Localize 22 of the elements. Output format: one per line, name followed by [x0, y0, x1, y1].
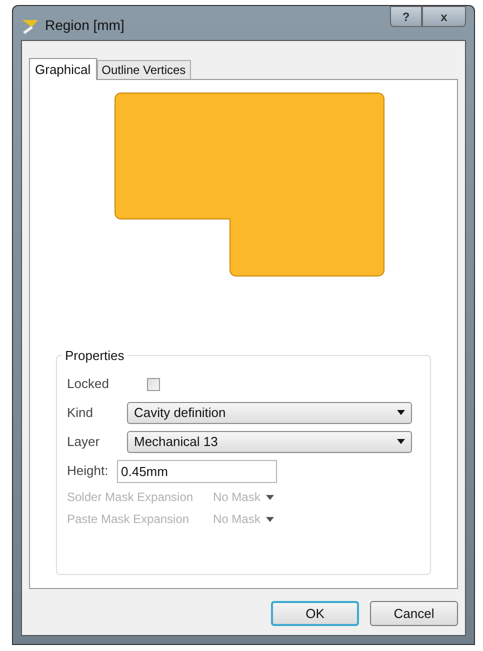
dropdown[interactable]: Cavity definition — [127, 402, 412, 424]
field-label: Height: — [66, 462, 110, 480]
field-label: Kind — [66, 404, 94, 422]
caret-icon — [266, 494, 274, 500]
help-button[interactable]: ? — [390, 6, 422, 27]
field-label: Locked — [66, 375, 110, 394]
tab[interactable]: Graphical — [29, 58, 97, 80]
ok-button[interactable]: OK — [271, 601, 359, 626]
close-button[interactable]: x — [422, 6, 466, 27]
field-label: Paste Mask Expansion — [66, 511, 190, 528]
checkbox[interactable] — [147, 378, 160, 390]
field-label: Solder Mask Expansion — [66, 489, 194, 506]
cancel-button[interactable]: Cancel — [370, 601, 458, 626]
caret-icon — [397, 439, 405, 444]
field-label: Layer — [66, 432, 101, 451]
app-icon — [21, 18, 39, 34]
window-title: Region [mm] — [45, 16, 124, 35]
caret-icon — [397, 410, 405, 415]
dropdown[interactable]: Mechanical 13 — [127, 430, 412, 452]
tab[interactable]: Outline Vertices — [96, 60, 191, 79]
caret-icon — [266, 516, 274, 522]
height-field[interactable]: 0.45mm — [117, 460, 277, 482]
